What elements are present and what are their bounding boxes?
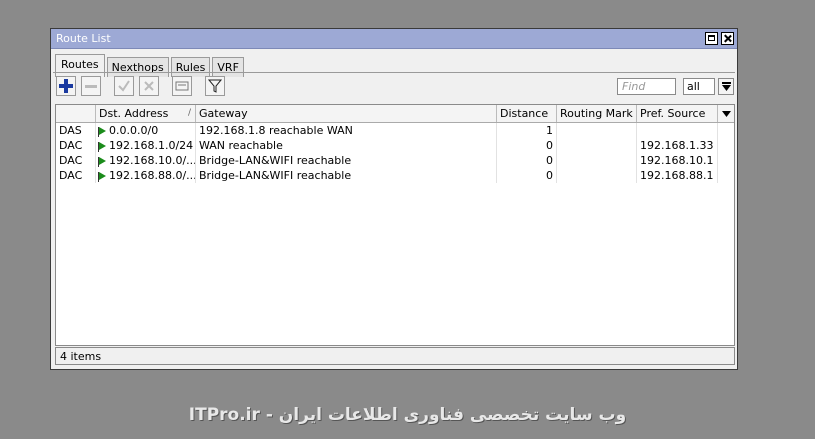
disable-button[interactable] bbox=[139, 76, 159, 96]
cell-distance: 0 bbox=[497, 168, 557, 183]
column-pref-source[interactable]: Pref. Source bbox=[637, 105, 718, 122]
comment-icon bbox=[175, 81, 189, 91]
cell-pref-source: 192.168.88.1 bbox=[637, 168, 718, 183]
close-icon[interactable] bbox=[721, 32, 734, 45]
filter-select[interactable]: all bbox=[683, 78, 715, 95]
filter-button[interactable] bbox=[205, 76, 225, 96]
column-label: Dst. Address bbox=[99, 107, 169, 120]
table-row[interactable]: DAC 192.168.10.0/... Bridge-LAN&WIFI rea… bbox=[56, 153, 734, 168]
table-header: Dst. Address / Gateway Distance Routing … bbox=[56, 105, 734, 123]
cell-flags: DAC bbox=[56, 138, 96, 153]
sort-icon: / bbox=[187, 108, 191, 118]
chevron-down-icon bbox=[721, 81, 731, 91]
maximize-icon[interactable] bbox=[705, 32, 718, 45]
cell-routing-mark bbox=[557, 153, 637, 168]
route-flag-icon bbox=[98, 157, 106, 167]
table-row[interactable]: DAC 192.168.88.0/... Bridge-LAN&WIFI rea… bbox=[56, 168, 734, 183]
route-list-window: Route List Routes Nexthops Rules VRF Fin… bbox=[50, 28, 738, 370]
watermark-text: ITPro.ir - وب سایت تخصصی فناوری اطلاعات … bbox=[188, 405, 627, 425]
minus-icon bbox=[85, 85, 97, 88]
find-input[interactable]: Find bbox=[617, 78, 676, 95]
route-flag-icon bbox=[98, 142, 106, 152]
cell-flags: DAC bbox=[56, 153, 96, 168]
item-count: 4 items bbox=[60, 350, 102, 363]
cell-gateway: Bridge-LAN&WIFI reachable bbox=[196, 153, 497, 168]
column-dst-address[interactable]: Dst. Address / bbox=[96, 105, 196, 122]
table-row[interactable]: DAC 192.168.1.0/24 WAN reachable 0 192.1… bbox=[56, 138, 734, 153]
remove-button[interactable] bbox=[81, 76, 101, 96]
column-menu-button[interactable] bbox=[718, 105, 734, 122]
comment-button[interactable] bbox=[172, 76, 192, 96]
cell-pref-source: 192.168.1.33 bbox=[637, 138, 718, 153]
route-flag-icon bbox=[98, 127, 106, 137]
cell-dst: 192.168.1.0/24 bbox=[96, 138, 196, 153]
toolbar: Find all bbox=[53, 72, 735, 100]
enable-button[interactable] bbox=[114, 76, 134, 96]
route-table: Dst. Address / Gateway Distance Routing … bbox=[55, 104, 735, 346]
cell-flags: DAS bbox=[56, 123, 96, 138]
x-icon bbox=[144, 81, 154, 91]
filter-dropdown-button[interactable] bbox=[718, 78, 734, 95]
cell-distance: 0 bbox=[497, 153, 557, 168]
cell-dst-text: 192.168.10.0/... bbox=[109, 154, 196, 167]
cell-distance: 0 bbox=[497, 138, 557, 153]
column-gateway[interactable]: Gateway bbox=[196, 105, 497, 122]
title-bar[interactable]: Route List bbox=[51, 29, 737, 49]
cell-routing-mark bbox=[557, 123, 637, 138]
plus-icon bbox=[59, 79, 73, 93]
cell-gateway: Bridge-LAN&WIFI reachable bbox=[196, 168, 497, 183]
column-distance[interactable]: Distance bbox=[497, 105, 557, 122]
cell-flags: DAC bbox=[56, 168, 96, 183]
cell-dst-text: 192.168.88.0/... bbox=[109, 169, 196, 182]
cell-pref-source: 192.168.10.1 bbox=[637, 153, 718, 168]
cell-routing-mark bbox=[557, 138, 637, 153]
cell-dst-text: 0.0.0.0/0 bbox=[109, 124, 159, 137]
table-row[interactable]: DAS 0.0.0.0/0 192.168.1.8 reachable WAN … bbox=[56, 123, 734, 138]
cell-dst: 192.168.10.0/... bbox=[96, 153, 196, 168]
add-button[interactable] bbox=[56, 76, 76, 96]
tab-bar: Routes Nexthops Rules VRF bbox=[51, 49, 737, 77]
window-title: Route List bbox=[56, 32, 111, 45]
funnel-icon bbox=[208, 79, 222, 93]
cell-dst: 192.168.88.0/... bbox=[96, 168, 196, 183]
cell-gateway: WAN reachable bbox=[196, 138, 497, 153]
status-bar: 4 items bbox=[55, 347, 735, 365]
column-routing-mark[interactable]: Routing Mark bbox=[557, 105, 637, 122]
cell-distance: 1 bbox=[497, 123, 557, 138]
cell-dst: 0.0.0.0/0 bbox=[96, 123, 196, 138]
cell-dst-text: 192.168.1.0/24 bbox=[109, 139, 194, 152]
cell-pref-source bbox=[637, 123, 718, 138]
column-flags[interactable] bbox=[56, 105, 96, 122]
cell-routing-mark bbox=[557, 168, 637, 183]
route-flag-icon bbox=[98, 172, 106, 182]
chevron-down-icon bbox=[721, 110, 731, 117]
check-icon bbox=[118, 80, 130, 92]
cell-gateway: 192.168.1.8 reachable WAN bbox=[196, 123, 497, 138]
